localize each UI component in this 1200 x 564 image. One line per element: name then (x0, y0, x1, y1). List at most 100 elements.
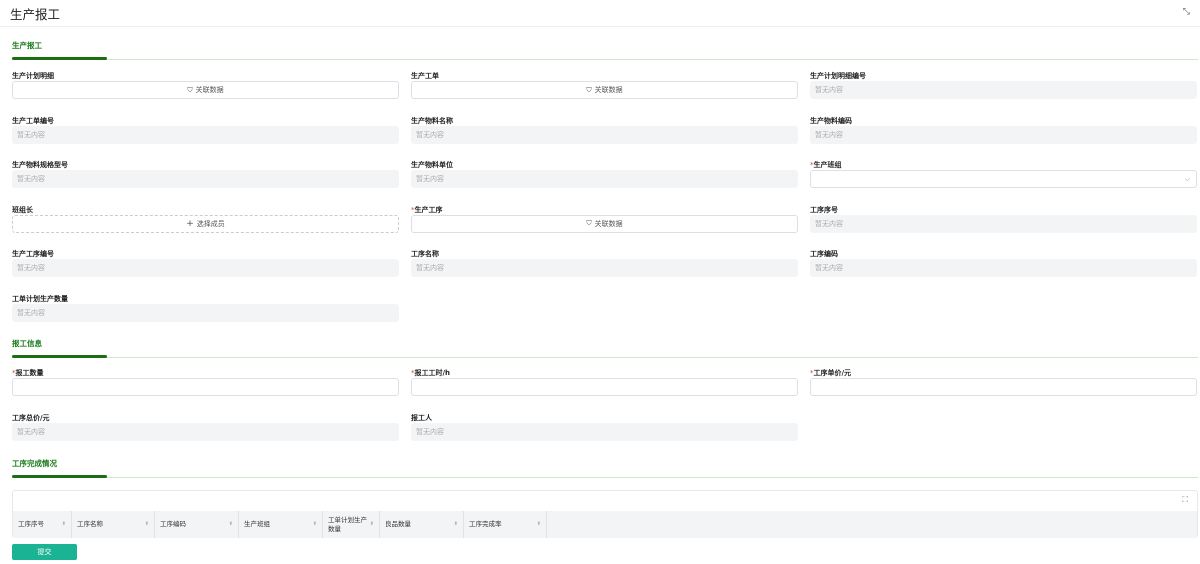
section-title: 报工信息 (12, 339, 42, 348)
production-report-form: 生产计划明细 ⛉ 关联数据 生产工单 ⛉ 关联数据 生产计划明细编号 暂无内容 生产工单编号 暂无… (12, 72, 1197, 339)
form-field: *生产班组 ⌵ (810, 161, 1197, 206)
column-header[interactable]: 工序编码 ⬍ (155, 511, 239, 538)
column-header[interactable]: 工序序号 ⬍ (13, 511, 72, 538)
field-label-text: 报工工时/h (414, 369, 451, 377)
column-header[interactable]: 工序名称 ⬍ (72, 511, 155, 538)
form-field: 班组长 + 选择成员 (12, 206, 399, 251)
readonly-field: 暂无内容 (411, 422, 798, 441)
form-field: 工序编码 暂无内容 (810, 250, 1197, 295)
readonly-field: 暂无内容 (810, 125, 1197, 144)
process-completion-table: ⛶ 工序序号 ⬍ 工序名称 ⬍ 工序编码 ⬍ 生产班组 ⬍ 工单计划生产数量 ⬍ 良品数量 ⬍ 工序完成… (12, 490, 1198, 538)
field-label-text: 工序名称 (411, 250, 439, 258)
form-field: 工序名称 暂无内容 (411, 250, 798, 295)
column-header[interactable]: 工序完成率 ⬍ (464, 511, 547, 538)
button-label: 关联数据 (594, 86, 623, 94)
select-dropdown[interactable]: ⌵ (810, 170, 1197, 188)
field-label-text: 工序总价/元 (12, 413, 50, 422)
text-input[interactable] (411, 378, 798, 396)
sort-icon[interactable]: ⬍ (454, 520, 458, 529)
sort-icon[interactable]: ⬍ (229, 520, 233, 529)
column-label: 工单计划生产数量 (328, 515, 367, 533)
field-label-text: 生产物料规格型号 (12, 161, 68, 169)
readonly-field: 暂无内容 (411, 259, 798, 277)
link-data-button[interactable]: ⛉ 关联数据 (411, 81, 798, 99)
field-label: 工序编码 (810, 250, 1197, 259)
field-label: *报工工时/h (411, 369, 798, 378)
readonly-field: 暂无内容 (12, 422, 399, 441)
text-input[interactable] (12, 378, 399, 396)
field-label: *生产班组 (810, 161, 1197, 170)
field-label-text: 工单计划生产数量 (12, 294, 68, 303)
readonly-field: 暂无内容 (411, 170, 798, 188)
form-field: 工单计划生产数量 暂无内容 (12, 295, 399, 340)
form-field: 工序总价/元 暂无内容 (12, 414, 399, 459)
sort-icon[interactable]: ⬍ (145, 520, 149, 529)
field-label: 生产计划明细 (12, 72, 399, 81)
field-label-text: 工序编码 (810, 250, 838, 258)
field-label-text: 班组长 (12, 205, 33, 214)
column-header[interactable]: 工单计划生产数量 ⬍ (323, 511, 380, 538)
field-label: 工序序号 (810, 206, 1197, 215)
field-label: 生产物料单位 (411, 161, 798, 170)
field-label-text: 生产计划明细 (12, 72, 54, 80)
section-divider (12, 475, 1198, 478)
field-label-text: 工序单价/元 (813, 369, 852, 377)
field-label-text: 生产物料单位 (411, 161, 453, 169)
field-label-text: 生产工单 (411, 72, 439, 80)
link-icon: ⛉ (586, 85, 592, 94)
form-field: 生产工单 ⛉ 关联数据 (411, 72, 798, 117)
field-label-text: 生产工序编号 (12, 250, 54, 258)
sort-icon[interactable]: ⬍ (62, 520, 66, 529)
column-label: 工序完成率 (469, 520, 502, 528)
readonly-field: 暂无内容 (810, 81, 1197, 99)
field-label: 报工人 (411, 414, 798, 423)
sort-icon[interactable]: ⬍ (370, 520, 374, 529)
section-header-process-completion: 工序完成情况 (12, 458, 1198, 478)
form-field: *报工工时/h (411, 369, 798, 414)
link-data-button[interactable]: ⛉ 关联数据 (12, 81, 399, 99)
form-field: *报工数量 (12, 369, 399, 414)
form-field: 生产物料规格型号 暂无内容 (12, 161, 399, 206)
section-title: 工序完成情况 (12, 459, 57, 468)
field-label-text: 生产计划明细编号 (810, 72, 866, 80)
link-data-button[interactable]: ⛉ 关联数据 (411, 214, 798, 233)
column-header[interactable]: 良品数量 ⬍ (380, 511, 464, 538)
field-label-text: 生产班组 (813, 161, 842, 169)
section-divider (12, 355, 1198, 358)
section-divider (12, 57, 1198, 60)
link-icon: ⛉ (187, 85, 193, 94)
sort-icon[interactable]: ⬍ (313, 520, 317, 529)
form-field: 生产工序编号 暂无内容 (12, 250, 399, 295)
field-label: *生产工序 (411, 206, 798, 215)
text-input[interactable] (810, 378, 1197, 396)
column-label: 生产班组 (244, 520, 270, 528)
field-label-text: 生产工单编号 (12, 116, 54, 125)
collapse-icon[interactable]: ⤡ (1183, 7, 1190, 17)
column-label: 工序序号 (18, 520, 44, 528)
table-toolbar: ⛶ (13, 491, 1197, 511)
readonly-field: 暂无内容 (12, 170, 399, 188)
field-label: 生产工序编号 (12, 250, 399, 259)
plus-icon: + (186, 218, 194, 229)
submit-button[interactable]: 提交 (12, 544, 77, 560)
select-member-button[interactable]: + 选择成员 (12, 214, 399, 233)
readonly-field: 暂无内容 (12, 125, 399, 144)
form-field: 生产计划明细 ⛉ 关联数据 (12, 72, 399, 117)
readonly-field: 暂无内容 (810, 214, 1197, 233)
readonly-field: 暂无内容 (411, 125, 798, 144)
button-label: 关联数据 (594, 219, 623, 228)
field-label: 生产计划明细编号 (810, 72, 1197, 81)
field-label-text: 生产物料名称 (411, 116, 453, 125)
field-label: 工序总价/元 (12, 414, 399, 423)
fullscreen-icon[interactable]: ⛶ (1182, 495, 1188, 505)
column-header[interactable]: 生产班组 ⬍ (239, 511, 323, 538)
form-field: *生产工序 ⛉ 关联数据 (411, 206, 798, 251)
form-field: 生产物料名称 暂无内容 (411, 117, 798, 162)
field-label: 生产物料名称 (411, 117, 798, 126)
column-label: 工序名称 (77, 520, 103, 528)
form-field: 生产物料编码 暂无内容 (810, 117, 1197, 162)
sort-icon[interactable]: ⬍ (537, 520, 541, 529)
readonly-field: 暂无内容 (12, 259, 399, 277)
form-field: 生产物料单位 暂无内容 (411, 161, 798, 206)
field-label: 班组长 (12, 206, 399, 215)
